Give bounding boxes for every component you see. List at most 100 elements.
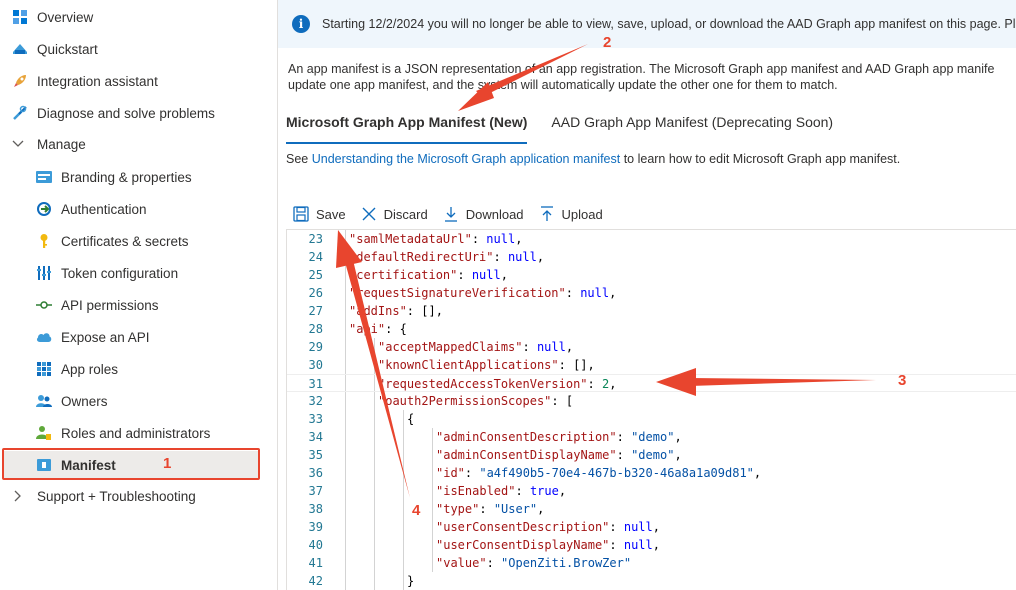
roles-icon (35, 424, 53, 442)
annotation-label-1: 1 (163, 455, 172, 472)
sidebar-item-authentication[interactable]: Authentication (0, 195, 270, 223)
info-icon: i (292, 15, 310, 33)
code-text: "certification": null, (349, 268, 508, 282)
code-line[interactable]: 27 "addIns": [], (287, 302, 1016, 320)
sidebar-item-api-permissions[interactable]: API permissions (0, 291, 270, 319)
manifest-docs-link[interactable]: Understanding the Microsoft Graph applic… (312, 152, 621, 166)
owners-icon (35, 392, 53, 410)
sidebar-item-branding[interactable]: Branding & properties (0, 163, 270, 191)
sidebar-item-roles-admins[interactable]: Roles and administrators (0, 419, 270, 447)
tab-microsoft-graph-manifest[interactable]: Microsoft Graph App Manifest (New) (286, 110, 528, 144)
code-line[interactable]: 26 "requestSignatureVerification": null, (287, 284, 1016, 302)
cloud-icon (35, 328, 53, 346)
code-line[interactable]: 35 "adminConsentDisplayName": "demo", (287, 446, 1016, 464)
line-number: 42 (308, 574, 323, 588)
annotation-label-3: 3 (898, 372, 907, 389)
sidebar-item-manifest[interactable]: Manifest (4, 451, 258, 479)
code-text: "userConsentDescription": null, (436, 520, 660, 534)
code-text: "defaultRedirectUri": null, (349, 250, 545, 264)
line-number: 26 (308, 286, 323, 300)
download-button[interactable]: Download (442, 205, 524, 223)
code-line[interactable]: 33 { (287, 410, 1016, 428)
sidebar-item-label: Authentication (61, 201, 147, 217)
line-number: 31 (308, 377, 323, 391)
code-text: { (407, 412, 415, 426)
sidebar-item-label: Branding & properties (61, 169, 192, 185)
sidebar-item-integration-assistant[interactable]: Integration assistant (0, 67, 270, 95)
code-line[interactable]: 38 "type": "User", (287, 500, 1016, 518)
line-number: 28 (308, 322, 323, 336)
code-text: "userConsentDisplayName": null, (436, 538, 660, 552)
manifest-code-editor[interactable]: 23 "samlMetadataUrl": null, 24 "defaultRedi… (286, 229, 1016, 590)
chevron-down-icon (11, 137, 25, 151)
sidebar-item-certificates[interactable]: Certificates & secrets (0, 227, 270, 255)
save-button[interactable]: Save (292, 205, 346, 223)
line-number: 32 (308, 394, 323, 408)
code-text: "requestedAccessTokenVersion": 2, (378, 377, 617, 391)
tab-aad-graph-manifest[interactable]: AAD Graph App Manifest (Deprecating Soon… (551, 110, 833, 140)
code-line[interactable]: 24 "defaultRedirectUri": null, (287, 248, 1016, 266)
sidebar-group-support[interactable]: Support + Troubleshooting (0, 482, 270, 510)
code-line[interactable]: 39 "userConsentDescription": null, (287, 518, 1016, 536)
rocket-icon (11, 72, 29, 90)
sidebar-item-label: Certificates & secrets (61, 233, 189, 249)
line-number: 33 (308, 412, 323, 426)
sidebar-item-quickstart[interactable]: Quickstart (0, 35, 270, 63)
manifest-icon (35, 456, 53, 474)
code-text: "value": "OpenZiti.BrowZer" (436, 556, 632, 570)
sidebar-item-label: Support + Troubleshooting (37, 488, 196, 504)
sidebar-item-label: Overview (37, 9, 94, 25)
code-text: "type": "User", (436, 502, 545, 516)
line-number: 37 (308, 484, 323, 498)
code-line[interactable]: 42} (287, 572, 1016, 590)
sidebar-item-label: Manifest (61, 457, 116, 473)
sidebar-item-overview[interactable]: Overview (0, 3, 270, 31)
download-label: Download (465, 206, 524, 222)
discard-button[interactable]: Discard (360, 205, 428, 223)
code-text: "adminConsentDisplayName": "demo", (436, 448, 682, 462)
save-icon (292, 205, 310, 223)
code-line[interactable]: 37 "isEnabled": true, (287, 482, 1016, 500)
sidebar-item-label: API permissions (61, 297, 159, 313)
sidebar-group-manage[interactable]: Manage (0, 130, 270, 158)
code-line[interactable]: 25 "certification": null, (287, 266, 1016, 284)
see-suffix: to learn how to edit Microsoft Graph app… (620, 152, 901, 166)
quickstart-icon (11, 40, 29, 58)
sidebar-item-label: Token configuration (61, 265, 179, 281)
sidebar-item-diagnose[interactable]: Diagnose and solve problems (0, 99, 270, 127)
code-line[interactable]: 30 "knownClientApplications": [], (287, 356, 1016, 374)
line-number: 24 (308, 250, 323, 264)
code-line[interactable]: 36 "id": "a4f490b5-70e4-467b-b320-46a8a1a… (287, 464, 1016, 482)
sidebar-item-label: Manage (37, 136, 86, 152)
code-line[interactable]: 31 "requestedAccessTokenVersion": 2, (287, 374, 1016, 392)
code-line[interactable]: 41 "value": "OpenZiti.BrowZer" (287, 554, 1016, 572)
line-number: 39 (308, 520, 323, 534)
code-line[interactable]: 23 "samlMetadataUrl": null, (287, 230, 1016, 248)
sidebar-item-label: Diagnose and solve problems (37, 105, 215, 121)
code-line[interactable]: 34 "adminConsentDescription": "demo", (287, 428, 1016, 446)
sidebar-item-app-roles[interactable]: App roles (0, 355, 270, 383)
banner-text: Starting 12/2/2024 you will no longer be… (322, 17, 1016, 31)
upload-icon (538, 205, 556, 223)
code-line[interactable]: 29 "acceptMappedClaims": null, (287, 338, 1016, 356)
description-line-1: An app manifest is a JSON representation… (288, 62, 995, 76)
line-number: 27 (308, 304, 323, 318)
description-line-2: update one app manifest, and the system … (288, 78, 838, 92)
sidebar-item-expose-api[interactable]: Expose an API (0, 323, 270, 351)
sidebar-item-label: Roles and administrators (61, 425, 211, 441)
line-number: 40 (308, 538, 323, 552)
code-line[interactable]: 40 "userConsentDisplayName": null, (287, 536, 1016, 554)
sidebar-item-token-configuration[interactable]: Token configuration (0, 259, 270, 287)
manifest-description: An app manifest is a JSON representation… (288, 61, 1016, 93)
line-number: 36 (308, 466, 323, 480)
upload-button[interactable]: Upload (538, 205, 603, 223)
sidebar-item-owners[interactable]: Owners (0, 387, 270, 415)
grid-icon (35, 360, 53, 378)
upload-label: Upload (561, 206, 603, 222)
code-line[interactable]: 32 "oauth2PermissionScopes": [ (287, 392, 1016, 410)
code-line[interactable]: 28 "api": { (287, 320, 1016, 338)
wrench-icon (11, 104, 29, 122)
info-banner: i Starting 12/2/2024 you will no longer … (278, 0, 1016, 48)
line-number: 25 (308, 268, 323, 282)
line-number: 23 (308, 232, 323, 246)
